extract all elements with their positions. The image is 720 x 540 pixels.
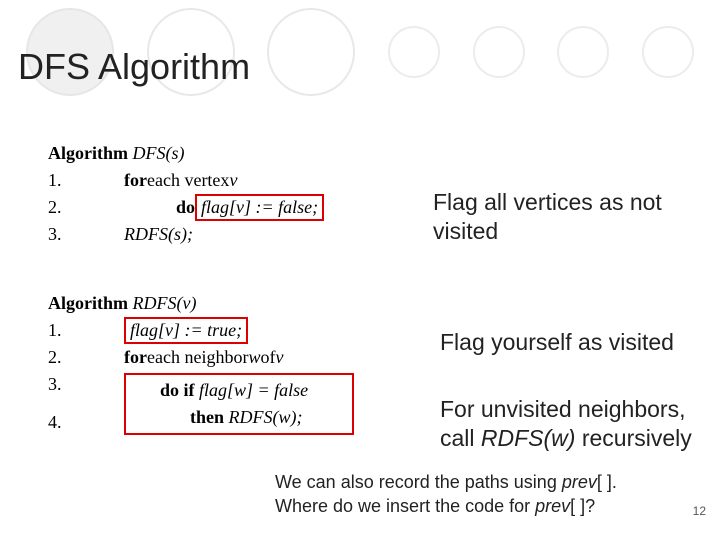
var-prev: prev [535,496,570,516]
var: w [248,344,260,371]
line-num: 3. [48,221,72,248]
text: [ ]. [597,472,617,492]
page-number: 12 [693,504,706,518]
cond: flag[w] = false [199,380,308,400]
text: We can also record the paths using [275,472,562,492]
circle [267,8,355,96]
line-num: 2. [48,194,72,221]
kw-doif: do if [160,380,199,400]
kw-for: for [124,344,147,371]
text: of [260,344,275,371]
line-num: 2. [48,344,72,371]
algo-keyword: Algorithm [48,143,133,163]
call: RDFS(w) [481,425,576,451]
kw-do: do [176,194,195,221]
circle [642,26,694,78]
algo-keyword: Algorithm [48,293,133,313]
var: v [275,344,283,371]
highlight-flag-false: flag[v] := false; [195,194,324,221]
kw-for: for [124,167,147,194]
text: each vertex [147,167,229,194]
circle [388,26,440,78]
text: [ ]? [570,496,595,516]
call: RDFS(w); [229,407,303,427]
var: v [229,167,237,194]
line-num: 1. [48,317,72,344]
circle [473,26,525,78]
algo-name: DFS(s) [133,143,185,163]
line-num: 1. [48,167,72,194]
algorithm-dfs: Algorithm DFS(s) 1. for each vertex v 2. d… [48,140,388,248]
slide-title: DFS Algorithm [18,46,250,88]
text: recursively [575,425,691,451]
algo-name: RDFS(v) [133,293,197,313]
text: each neighbor [147,344,248,371]
circle [557,26,609,78]
annotation-recurse: For unvisited neighbors, call RDFS(w) re… [440,395,720,453]
kw-then: then [190,407,229,427]
line-num: 4. [48,409,72,436]
annotation-flag-all: Flag all vertices as not visited [433,188,703,246]
var-prev: prev [562,472,597,492]
algorithm-rdfs: Algorithm RDFS(v) 1. flag[v] := true; 2. f… [48,290,388,436]
call-rdfs: RDFS(s); [124,221,193,248]
annotation-flag-self: Flag yourself as visited [440,328,720,357]
highlight-recurse-block: do if flag[w] = false then RDFS(w); [124,373,354,435]
highlight-flag-true: flag[v] := true; [124,317,248,344]
footer-question: We can also record the paths using prev[… [275,470,695,519]
text: Where do we insert the code for [275,496,535,516]
